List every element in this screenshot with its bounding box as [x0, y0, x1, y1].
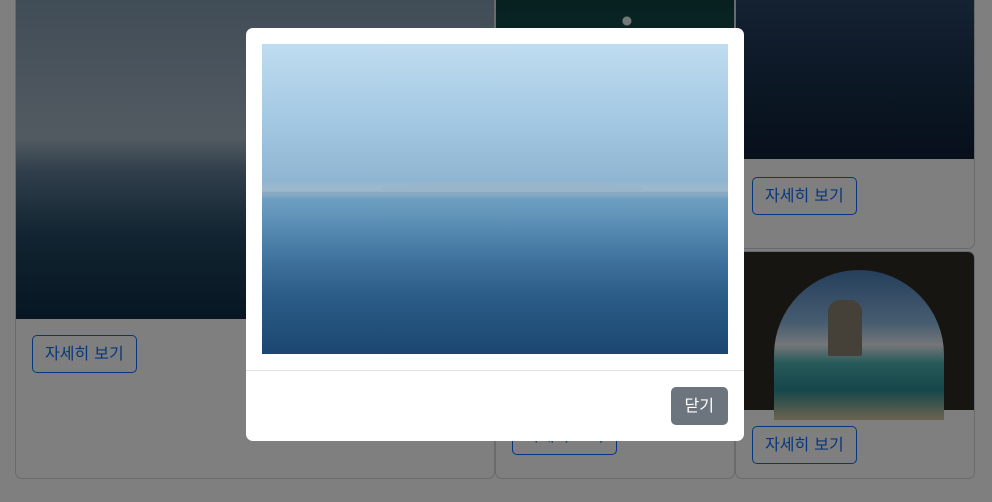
- image-modal: 닫기: [246, 28, 744, 441]
- horizon-line: [262, 192, 728, 195]
- modal-body: [246, 28, 744, 370]
- close-button[interactable]: 닫기: [670, 387, 728, 425]
- distant-island: [382, 184, 642, 192]
- modal-footer: 닫기: [246, 370, 744, 441]
- modal-image-calm-sea: [262, 44, 728, 354]
